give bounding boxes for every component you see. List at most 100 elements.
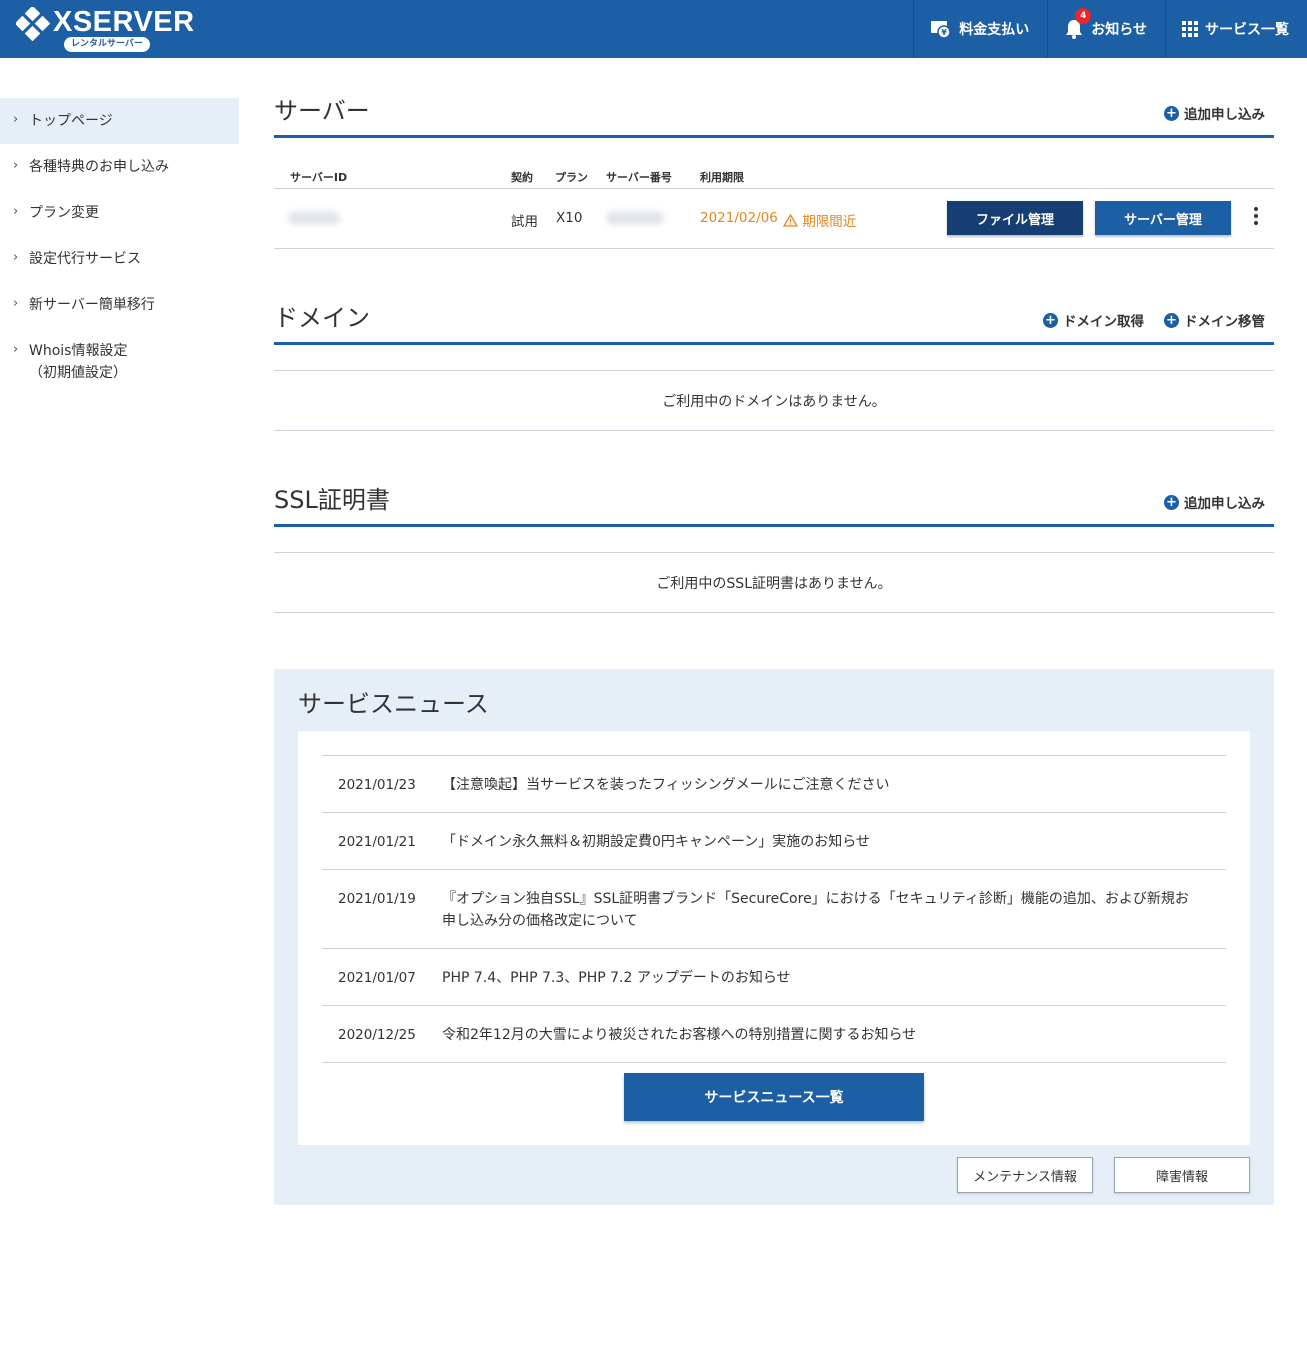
news-date: 2020/12/25 [338,1027,416,1043]
domain-acquire-button[interactable]: + ドメイン取得 [1043,310,1144,330]
news-card: 2021/01/23 【注意喚起】当サービスを装ったフィッシングメールにご注意く… [298,731,1250,1145]
chevron-right-icon: › [13,112,19,127]
chevron-right-icon: › [13,204,19,219]
logo-text: XSERVER [53,6,195,38]
ssl-add-button[interactable]: + 追加申し込み [1164,492,1265,512]
plus-circle-icon: + [1043,312,1058,328]
news-item[interactable]: 2021/01/19 『オプション独自SSL』SSL証明書ブランド「Secure… [322,870,1226,949]
plus-circle-icon: + [1164,494,1179,510]
server-add-label: 追加申し込み [1184,107,1265,123]
domain-empty-message: ご利用中のドメインはありません。 [274,370,1274,431]
server-id-redacted [288,211,340,225]
server-number-redacted [606,211,664,225]
file-manager-button[interactable]: ファイル管理 [947,201,1083,235]
server-add-button[interactable]: + 追加申し込み [1164,103,1265,123]
col-contract: 契約 [511,171,533,184]
server-row: 試用 X10 2021/02/06 期限間近 ファイル管理 サーバー管理 [274,189,1274,249]
domain-section-title: ドメイン [274,304,370,332]
chevron-right-icon: › [13,250,19,265]
sidebar-item-label: Whois情報設定 （初期値設定） [29,340,127,384]
news-title: サービスニュース [298,690,489,718]
sidebar-item-label: 各種特典のお申し込み [29,159,169,175]
sidebar-item-whois[interactable]: › Whois情報設定 （初期値設定） [0,328,239,396]
news-item[interactable]: 2020/12/25 令和2年12月の大雪により被災されたお客様への特別措置に関… [322,1006,1226,1063]
news-list-button[interactable]: サービスニュース一覧 [624,1073,924,1121]
news-link[interactable]: 令和2年12月の大雪により被災されたお客様への特別措置に関するお知らせ [442,1024,1226,1046]
domain-actions: + ドメイン取得 + ドメイン移管 [1043,310,1265,330]
sidebar-item-label: 設定代行サービス [29,251,141,267]
news-item[interactable]: 2021/01/23 【注意喚起】当サービスを装ったフィッシングメールにご注意く… [322,756,1226,813]
server-expiry: 2021/02/06 [700,210,778,226]
sidebar-item-label: プラン変更 [29,205,99,221]
domain-acquire-label: ドメイン取得 [1063,314,1144,330]
domain-transfer-button[interactable]: + ドメイン移管 [1164,310,1265,330]
header-nav: ¥ 料金支払い 4 お知らせ サービス一覧 [913,0,1307,58]
server-contract: 試用 [511,214,538,230]
news-item[interactable]: 2021/01/07 PHP 7.4、PHP 7.3、PHP 7.2 アップデー… [322,949,1226,1006]
ssl-section-header: SSL証明書 + 追加申し込み [274,485,1274,527]
news-date: 2021/01/19 [338,891,416,907]
chevron-right-icon: › [13,158,19,173]
ssl-section-title: SSL証明書 [274,486,390,514]
nav-payment[interactable]: ¥ 料金支払い [913,0,1047,58]
plus-circle-icon: + [1164,312,1179,328]
domain-section-header: ドメイン + ドメイン取得 + ドメイン移管 [274,303,1274,345]
ssl-add-label: 追加申し込み [1184,496,1265,512]
server-actions: + 追加申し込み [1164,103,1265,123]
col-server-id: サーバーID [290,171,348,184]
expiry-warning: 期限間近 [782,210,857,230]
nav-notifications-label: お知らせ [1091,22,1147,38]
kebab-menu-icon[interactable] [1253,207,1259,229]
news-date: 2021/01/21 [338,834,416,850]
col-plan: プラン [555,171,588,184]
chevron-right-icon: › [13,342,19,357]
domain-transfer-label: ドメイン移管 [1184,314,1265,330]
nav-payment-label: 料金支払い [959,22,1030,38]
sidebar-item-migration[interactable]: › 新サーバー簡単移行 [0,282,239,328]
col-server-number: サーバー番号 [606,171,672,184]
news-list: 2021/01/23 【注意喚起】当サービスを装ったフィッシングメールにご注意く… [322,755,1226,1063]
failure-info-button[interactable]: 障害情報 [1114,1157,1250,1193]
ssl-empty-message: ご利用中のSSL証明書はありません。 [274,552,1274,613]
warning-icon [782,213,799,227]
news-link[interactable]: 『オプション独自SSL』SSL証明書ブランド「SecureCore」における「セ… [442,888,1226,932]
nav-services-label: サービス一覧 [1205,22,1289,38]
server-section-header: サーバー + 追加申し込み [274,96,1274,138]
server-plan: X10 [556,210,583,226]
logo-mark-icon [16,7,50,41]
ssl-actions: + 追加申し込み [1164,492,1265,512]
news-link[interactable]: 【注意喚起】当サービスを装ったフィッシングメールにご注意ください [442,774,1226,796]
sidebar-item-plan-change[interactable]: › プラン変更 [0,190,239,236]
sidebar-item-label: 新サーバー簡単移行 [29,297,155,313]
server-manager-button[interactable]: サーバー管理 [1095,201,1231,235]
notification-count-badge: 4 [1075,8,1092,24]
sidebar: › トップページ › 各種特典のお申し込み › プラン変更 › 設定代行サービス… [0,98,239,396]
logo-badge: レンタルサーバー [64,37,150,52]
top-header: XSERVER レンタルサーバー ¥ 料金支払い 4 お知らせ サービス一覧 [0,0,1307,58]
sidebar-item-setup-service[interactable]: › 設定代行サービス [0,236,239,282]
chevron-right-icon: › [13,296,19,311]
news-link[interactable]: 「ドメイン永久無料＆初期設定費0円キャンペーン」実施のお知らせ [442,831,1226,853]
sidebar-item-sub-label: （初期値設定） [29,365,127,381]
nav-notifications[interactable]: 4 お知らせ [1047,0,1165,58]
xserver-logo[interactable]: XSERVER レンタルサーバー [16,6,194,52]
col-expiry: 利用期限 [700,171,744,184]
svg-text:¥: ¥ [941,28,947,37]
nav-services[interactable]: サービス一覧 [1165,0,1307,58]
expiry-warning-label: 期限間近 [802,214,857,230]
news-link[interactable]: PHP 7.4、PHP 7.3、PHP 7.2 アップデートのお知らせ [442,967,1226,989]
grid-icon [1182,21,1198,37]
maintenance-info-button[interactable]: メンテナンス情報 [957,1157,1093,1193]
payment-icon: ¥ [931,21,952,39]
news-date: 2021/01/07 [338,970,416,986]
plus-circle-icon: + [1164,105,1179,121]
server-table-header: サーバーID 契約 プラン サーバー番号 利用期限 [274,160,1274,189]
sidebar-item-main-label: Whois情報設定 [29,343,128,359]
sidebar-item-top[interactable]: › トップページ [0,98,239,144]
news-item[interactable]: 2021/01/21 「ドメイン永久無料＆初期設定費0円キャンペーン」実施のお知… [322,813,1226,870]
sidebar-item-benefits[interactable]: › 各種特典のお申し込み [0,144,239,190]
service-news-panel: サービスニュース 2021/01/23 【注意喚起】当サービスを装ったフィッシン… [274,669,1274,1205]
sidebar-item-label: トップページ [29,113,113,129]
news-date: 2021/01/23 [338,777,416,793]
server-section-title: サーバー [274,97,370,125]
